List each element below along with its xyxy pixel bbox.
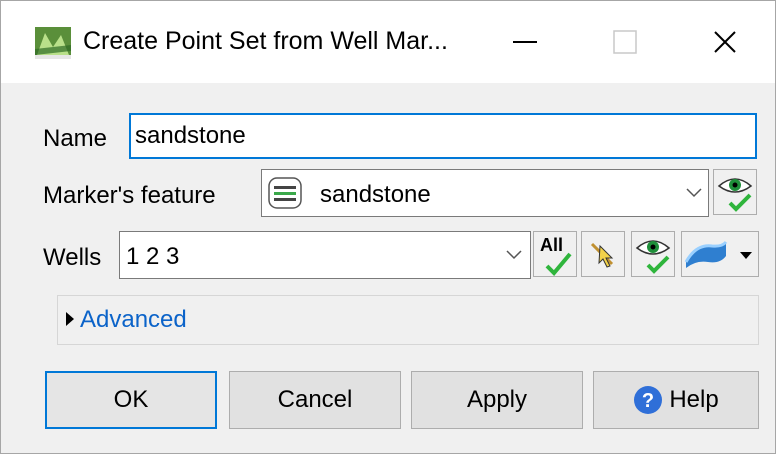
marker-visibility-button[interactable] [713,169,757,215]
help-label: Help [669,386,719,413]
wells-combo[interactable]: 1 2 3 [119,231,531,279]
surface-icon [684,240,728,268]
advanced-section[interactable]: Advanced [57,295,759,345]
wells-visibility-button[interactable] [631,231,675,277]
visibility-icon [635,240,671,274]
marker-feature-label: Marker's feature [43,182,216,209]
window-title: Create Point Set from Well Mar... [83,27,448,55]
close-icon [714,31,736,53]
maximize-icon [613,30,637,54]
all-text: All [540,235,564,255]
name-label: Name [43,125,108,152]
pick-wells-button[interactable] [581,231,625,277]
marker-feature-combo[interactable]: sandstone [261,169,709,217]
close-button[interactable] [675,1,775,83]
apply-button[interactable]: Apply [411,371,583,429]
title-bar[interactable]: Create Point Set from Well Mar... [1,1,775,83]
dialog-window: Create Point Set from Well Mar... Name M… [0,0,776,454]
select-all-wells-button[interactable]: All [533,231,577,277]
chevron-down-icon [740,252,752,259]
marker-feature-value: sandstone [320,181,431,208]
cancel-button[interactable]: Cancel [229,371,401,429]
name-input[interactable] [129,113,757,159]
wells-label: Wells [43,244,102,271]
feature-layer-icon [268,177,302,209]
help-icon: ? [634,386,663,414]
svg-text:?: ? [642,390,654,412]
chevron-down-icon [506,250,522,260]
advanced-label: Advanced [80,306,187,333]
expand-arrow-icon [66,312,74,326]
help-button[interactable]: ? Help [593,371,759,429]
minimize-icon [513,41,537,43]
visibility-icon [717,178,753,212]
pick-cursor-icon [590,242,614,268]
map-icon [35,27,71,59]
maximize-button[interactable] [575,1,675,83]
ok-button[interactable]: OK [45,371,217,429]
surface-menu-button[interactable] [681,231,759,277]
wells-value: 1 2 3 [126,243,180,270]
minimize-button[interactable] [475,1,575,83]
chevron-down-icon [686,188,702,198]
